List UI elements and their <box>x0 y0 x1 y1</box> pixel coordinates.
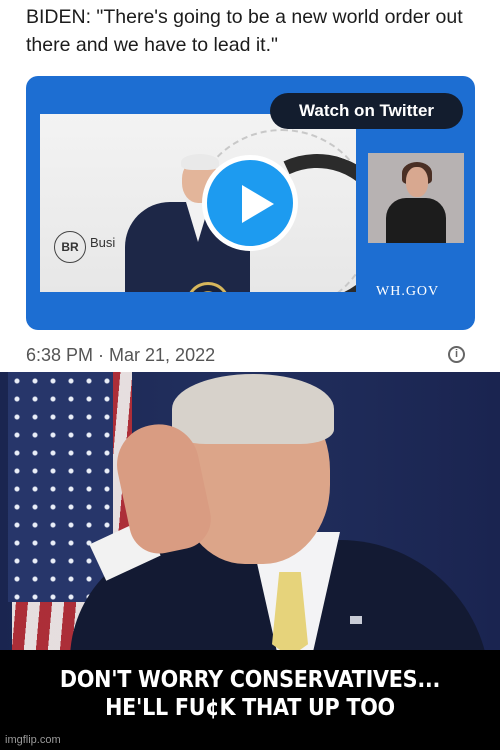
flag-stars <box>8 372 113 602</box>
play-icon[interactable] <box>202 155 298 251</box>
interpreter-body <box>386 198 446 243</box>
flag-pin <box>350 616 362 624</box>
man-hair <box>172 374 334 444</box>
info-icon[interactable]: i <box>448 346 465 363</box>
business-text: Busi <box>90 235 116 250</box>
imgflip-watermark: imgflip.com <box>5 734 61 746</box>
video-thumbnail[interactable]: BR Busi <box>40 114 356 292</box>
caption-line-2: HE'LL FU¢K THAT UP TOO <box>105 695 395 721</box>
tweet-card: BIDEN: "There's going to be a new world … <box>0 0 500 372</box>
source-label: WH.GOV <box>376 284 440 299</box>
watch-on-twitter-button[interactable]: Watch on Twitter <box>270 93 463 129</box>
interpreter-head <box>406 167 428 197</box>
tweet-timestamp[interactable]: 6:38 PM · Mar 21, 2022 <box>26 345 215 366</box>
br-logo: BR <box>54 231 86 263</box>
sign-language-interpreter <box>368 153 464 243</box>
tweet-text: BIDEN: "There's going to be a new world … <box>26 6 463 56</box>
video-card[interactable]: BR Busi WH.GOV Watch on Twitter <box>26 76 475 330</box>
meme-caption: DON'T WORRY CONSERVATIVES... HE'LL FU¢K … <box>25 666 475 722</box>
speaker-hair <box>181 154 219 170</box>
caption-line-1: DON'T WORRY CONSERVATIVES... <box>59 667 441 693</box>
